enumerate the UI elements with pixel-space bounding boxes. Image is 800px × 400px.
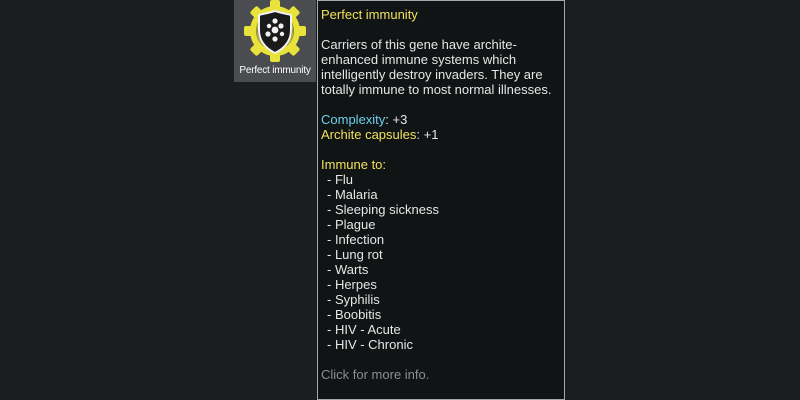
immune-list-item: - Infection	[327, 232, 385, 247]
archite-shield-icon	[244, 0, 306, 62]
immune-list-item: - Malaria	[327, 187, 378, 202]
immune-list-item: - Plague	[327, 217, 376, 232]
tooltip-footer: Click for more info.	[321, 367, 430, 382]
immune-list-item: - Herpes	[327, 277, 377, 292]
immune-list-item: - Boobitis	[327, 307, 382, 322]
archite-capsules-label: Archite capsules	[321, 127, 417, 142]
immune-list-item: - Sleeping sickness	[327, 202, 439, 217]
immune-header: Immune to:	[321, 157, 387, 172]
immune-list: - Flu - Malaria - Sleeping sickness - Pl…	[321, 172, 561, 352]
complexity-value: : +3	[385, 112, 408, 127]
gene-card-perfect-immunity[interactable]: Perfect immunity	[234, 0, 316, 82]
screen: Perfect immunity Perfect immunity Carrie…	[0, 0, 800, 400]
tooltip-title: Perfect immunity	[321, 7, 418, 22]
complexity-stat: Complexity: +3	[321, 112, 561, 127]
immune-list-item: - HIV - Acute	[327, 322, 401, 337]
gene-tooltip: Perfect immunity Carriers of this gene h…	[317, 0, 565, 400]
gene-card-label: Perfect immunity	[239, 65, 311, 76]
complexity-label: Complexity	[321, 112, 386, 127]
archite-capsules-stat: Archite capsules: +1	[321, 127, 561, 142]
tooltip-description: Carriers of this gene have archite-enhan…	[321, 37, 552, 97]
immune-list-item: - HIV - Chronic	[327, 337, 413, 352]
immune-list-item: - Warts	[327, 262, 369, 277]
immune-list-item: - Syphilis	[327, 292, 380, 307]
archite-capsules-value: : +1	[416, 127, 439, 142]
immune-list-item: - Flu	[327, 172, 353, 187]
immune-list-item: - Lung rot	[327, 247, 383, 262]
